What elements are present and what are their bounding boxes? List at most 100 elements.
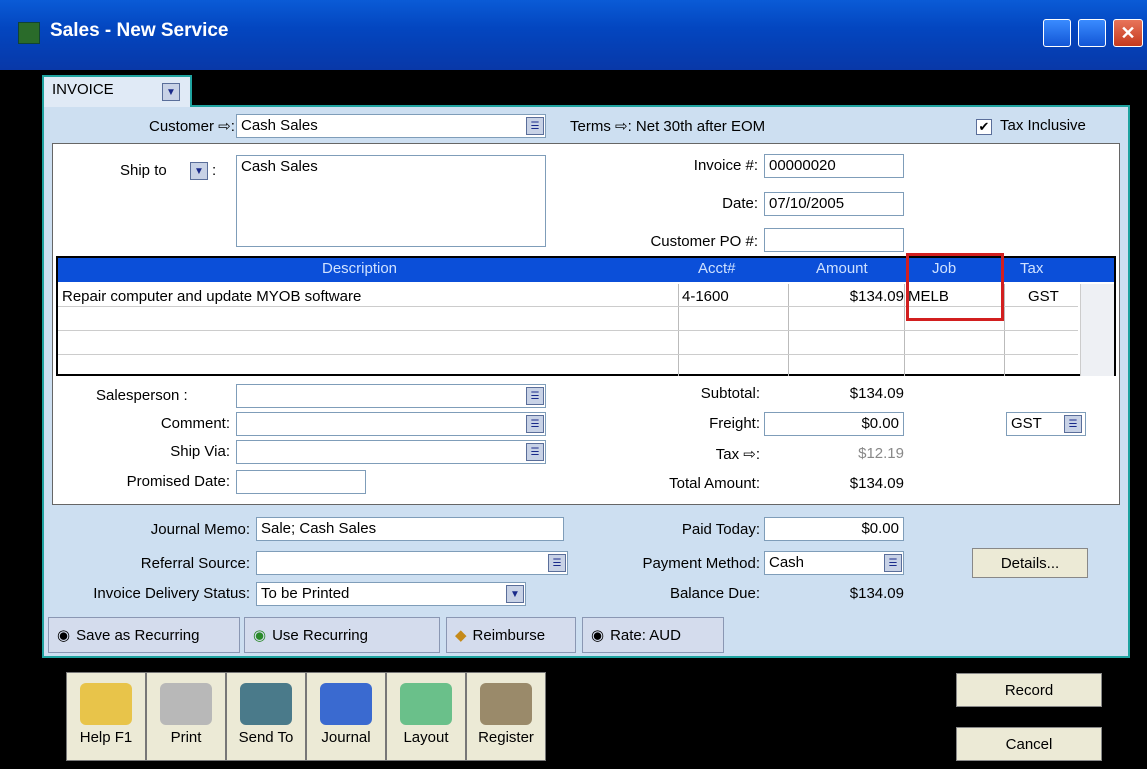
print-button[interactable]: Print — [146, 672, 226, 761]
promised-date-field[interactable] — [236, 470, 366, 494]
customer-field[interactable]: Cash Sales — [236, 114, 546, 138]
journal-memo-value: Sale; Cash Sales — [261, 520, 377, 537]
invoice-number-field[interactable]: 00000020 — [764, 154, 904, 178]
send-to-button[interactable]: Send To — [226, 672, 306, 761]
row-description[interactable]: Repair computer and update MYOB software — [62, 288, 361, 305]
maximize-button[interactable] — [1078, 19, 1106, 47]
row-divider — [58, 330, 1078, 331]
tab-label: INVOICE — [52, 81, 114, 98]
subtotal-label: Subtotal: — [700, 385, 760, 402]
details-button[interactable]: Details... — [972, 548, 1088, 578]
rate-label: Rate: AUD — [610, 626, 681, 644]
tab-invoice[interactable]: INVOICE ▼ — [42, 75, 192, 107]
payment-method-field[interactable]: Cash — [764, 551, 904, 575]
printer-icon — [160, 683, 212, 725]
balance-due-value: $134.09 — [849, 585, 904, 602]
delivery-dropdown-icon[interactable]: ▼ — [506, 585, 524, 603]
tax-inclusive-label: Tax Inclusive — [1000, 117, 1086, 134]
rate-button[interactable]: ◉ Rate: AUD — [582, 617, 724, 653]
record-label: Record — [1004, 681, 1054, 699]
subtotal-value: $134.09 — [849, 385, 904, 402]
job-highlight-box — [906, 253, 1004, 321]
ship-to-label: Ship to — [120, 162, 167, 179]
customer-po-field[interactable] — [764, 228, 904, 252]
customer-label: Customer ⇨: — [149, 118, 235, 135]
ship-to-colon: : — [212, 162, 217, 179]
delivery-status-field[interactable]: To be Printed — [256, 582, 526, 606]
delivery-status-label: Invoice Delivery Status: — [93, 585, 250, 602]
terms-text: Terms ⇨: Net 30th after EOM — [570, 118, 766, 135]
record-button[interactable]: Record — [956, 673, 1102, 707]
ship-to-field[interactable]: Cash Sales — [236, 155, 546, 247]
ship-via-label: Ship Via: — [170, 443, 230, 460]
promised-date-label: Promised Date: — [126, 473, 230, 490]
referral-source-field[interactable] — [256, 551, 568, 575]
payment-method-dropdown-icon[interactable]: ☰ — [884, 554, 902, 572]
date-value: 07/10/2005 — [769, 195, 845, 212]
referral-dropdown-icon[interactable]: ☰ — [548, 554, 566, 572]
ship-to-dropdown-icon[interactable]: ▼ — [190, 162, 208, 180]
invoice-number-label: Invoice #: — [693, 157, 758, 174]
customer-dropdown-icon[interactable]: ☰ — [526, 117, 544, 135]
comment-dropdown-icon[interactable]: ☰ — [526, 415, 544, 433]
salesperson-dropdown-icon[interactable]: ☰ — [526, 387, 544, 405]
help-button[interactable]: Help F1 — [66, 672, 146, 761]
freight-tax-dropdown-icon[interactable]: ☰ — [1064, 415, 1082, 433]
use-recurring-button[interactable]: ◉ Use Recurring — [244, 617, 440, 653]
column-description: Description — [322, 260, 398, 277]
recurring-save-icon: ◉ — [57, 627, 71, 644]
close-icon: ✕ — [1120, 23, 1136, 43]
layout-label: Layout — [403, 729, 449, 746]
cancel-label: Cancel — [1005, 735, 1053, 753]
invoice-number-value: 00000020 — [769, 157, 836, 174]
cancel-button[interactable]: Cancel — [956, 727, 1102, 761]
help-label: Help F1 — [79, 729, 133, 746]
comment-field[interactable] — [236, 412, 546, 436]
balance-due-label: Balance Due: — [669, 585, 760, 602]
grid-scrollbar[interactable] — [1080, 284, 1114, 376]
send-to-label: Send To — [238, 729, 294, 746]
minimize-button[interactable] — [1043, 19, 1071, 47]
paid-today-label: Paid Today: — [681, 521, 760, 538]
total-amount-value: $134.09 — [849, 475, 904, 492]
freight-value: $0.00 — [861, 415, 899, 432]
register-icon — [480, 683, 532, 725]
register-button[interactable]: Register — [466, 672, 546, 761]
journal-button[interactable]: Journal — [306, 672, 386, 761]
row-tax[interactable]: GST — [1028, 288, 1059, 305]
close-button[interactable]: ✕ — [1113, 19, 1143, 47]
ship-via-field[interactable] — [236, 440, 546, 464]
date-label: Date: — [722, 195, 758, 212]
window-title: Sales - New Service — [50, 20, 229, 41]
date-field[interactable]: 07/10/2005 — [764, 192, 904, 216]
paid-today-field[interactable]: $0.00 — [764, 517, 904, 541]
column-acct: Acct# — [698, 260, 736, 277]
freight-field[interactable]: $0.00 — [764, 412, 904, 436]
details-button-label: Details... — [1000, 554, 1060, 572]
reimburse-label: Reimburse — [472, 626, 546, 644]
row-acct[interactable]: 4-1600 — [682, 288, 729, 305]
print-label: Print — [170, 729, 202, 746]
referral-source-label: Referral Source: — [140, 555, 250, 572]
journal-memo-field[interactable]: Sale; Cash Sales — [256, 517, 564, 541]
app-icon — [18, 22, 40, 44]
freight-label: Freight: — [709, 415, 760, 432]
reimburse-button[interactable]: ◆ Reimburse — [446, 617, 576, 653]
journal-icon — [320, 683, 372, 725]
layout-icon — [400, 683, 452, 725]
ship-via-dropdown-icon[interactable]: ☰ — [526, 443, 544, 461]
currency-icon: ◉ — [591, 627, 605, 644]
row-amount[interactable]: $134.09 — [794, 288, 904, 305]
journal-memo-label: Journal Memo: — [150, 521, 250, 538]
salesperson-label: Salesperson : — [96, 387, 188, 404]
delivery-status-value: To be Printed — [261, 585, 350, 602]
payment-method-value: Cash — [769, 554, 805, 571]
use-recurring-label: Use Recurring — [272, 626, 368, 644]
save-as-recurring-button[interactable]: ◉ Save as Recurring — [48, 617, 240, 653]
column-tax: Tax — [1020, 260, 1044, 277]
layout-button[interactable]: Layout — [386, 672, 466, 761]
salesperson-field[interactable] — [236, 384, 546, 408]
customer-value: Cash Sales — [241, 117, 318, 134]
chevron-down-icon[interactable]: ▼ — [162, 83, 180, 101]
tax-inclusive-checkbox[interactable]: ✔ — [976, 119, 992, 135]
